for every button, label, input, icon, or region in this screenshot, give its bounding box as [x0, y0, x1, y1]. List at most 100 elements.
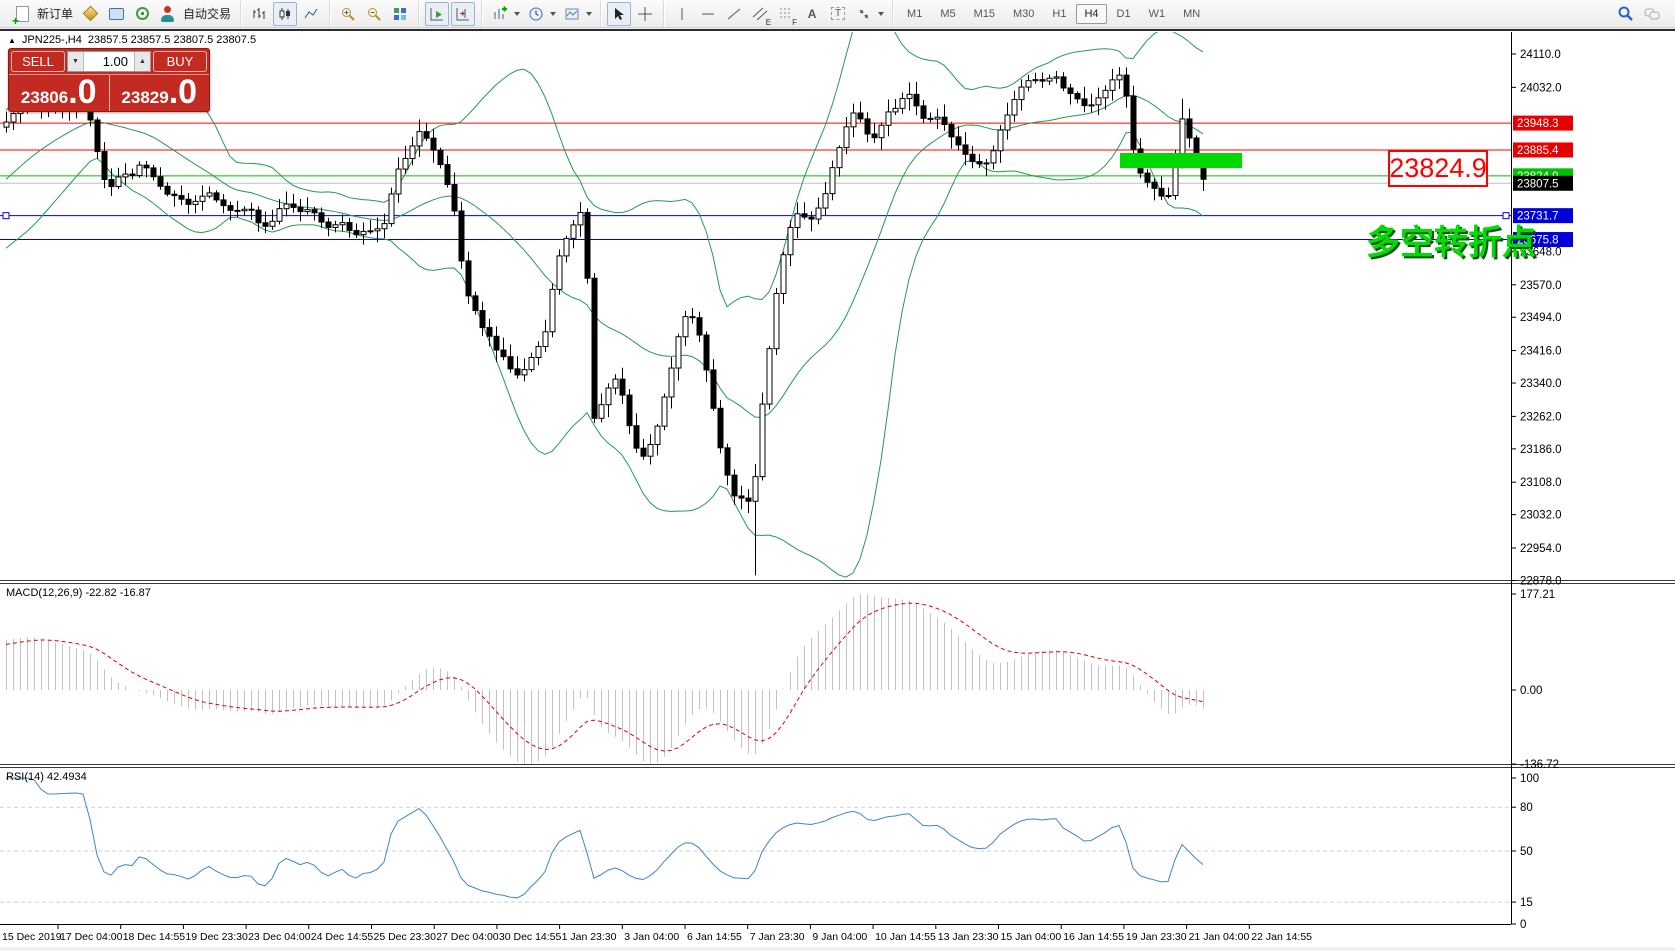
time-tick-label: 6 Jan 14:55 — [687, 931, 742, 943]
candle-body — [375, 229, 380, 231]
price-callout-box[interactable]: 23824.9 — [1388, 150, 1488, 187]
template-caret-icon[interactable] — [586, 12, 592, 16]
candle-body — [95, 120, 100, 152]
new-order-icon[interactable]: + — [10, 2, 34, 26]
rsi-pane[interactable] — [0, 778, 1511, 902]
arrows-icon[interactable] — [852, 2, 876, 26]
price-tick-label: 24032.0 — [1520, 82, 1562, 94]
auto-scroll-icon[interactable] — [425, 2, 449, 26]
cursor-icon[interactable] — [607, 2, 631, 26]
trendline-icon[interactable] — [722, 2, 746, 26]
buy-button[interactable]: BUY — [153, 51, 207, 72]
candle-body — [214, 193, 219, 200]
candle-body — [522, 370, 527, 375]
candle-body — [725, 448, 730, 475]
candle-body — [683, 317, 688, 337]
terminal-icon[interactable] — [104, 2, 128, 26]
timeframe-m5-button[interactable]: M5 — [932, 4, 963, 24]
equidistant-channel-icon[interactable]: E — [748, 2, 772, 26]
candle-body — [991, 151, 996, 163]
auto-trading-label[interactable]: 自动交易 — [183, 5, 231, 22]
zoom-in-icon[interactable] — [336, 2, 360, 26]
candlestick-chart-icon[interactable] — [273, 2, 297, 26]
candle-body — [795, 214, 800, 228]
candle-body — [1082, 99, 1087, 106]
candle-body — [711, 370, 716, 408]
timeframe-m1-button[interactable]: M1 — [899, 4, 930, 24]
macd-label: MACD(12,26,9) -22.82 -16.87 — [6, 587, 151, 599]
price-tick-label: 22878.0 — [1520, 575, 1562, 587]
tile-windows-icon[interactable] — [388, 2, 412, 26]
candle-body — [1103, 90, 1108, 97]
text-label-icon[interactable]: T — [826, 2, 850, 26]
time-tick-label: 1 Jan 23:30 — [562, 931, 617, 943]
green-highlight-box[interactable] — [1120, 153, 1242, 168]
toolbar-group-cursor — [600, 1, 663, 27]
rsi-label: RSI(14) 42.4934 — [6, 771, 87, 783]
timeframe-h1-button[interactable]: H1 — [1044, 4, 1074, 24]
template-icon[interactable] — [560, 2, 584, 26]
candle-body — [165, 186, 170, 194]
volume-up-button[interactable]: ▲ — [134, 52, 150, 71]
crosshair-icon[interactable] — [633, 2, 657, 26]
main-pane[interactable] — [0, 31, 1511, 577]
candle-body — [417, 132, 422, 146]
sell-button[interactable]: SELL — [11, 51, 65, 72]
metaeditor-icon[interactable] — [78, 2, 102, 26]
candle-body — [662, 397, 667, 426]
price-level-badge-label: 23807.5 — [1517, 178, 1559, 190]
period-clock-icon[interactable] — [524, 2, 548, 26]
candle-body — [228, 206, 233, 211]
time-tick-label: 16 Jan 14:55 — [1063, 931, 1124, 943]
search-icon[interactable] — [1614, 2, 1638, 26]
volume-down-button[interactable]: ▼ — [68, 52, 84, 71]
bar-chart-icon[interactable] — [247, 2, 271, 26]
candle-body — [487, 328, 492, 337]
timeframe-mn-button[interactable]: MN — [1175, 4, 1208, 24]
volume-value[interactable]: 1.00 — [84, 54, 134, 69]
timeframe-h4-button[interactable]: H4 — [1076, 4, 1106, 24]
macd-pane[interactable] — [6, 594, 1204, 764]
time-tick-label: 22 Jan 14:55 — [1251, 931, 1312, 943]
rsi-tick-label: 0 — [1520, 919, 1526, 931]
chart-shift-icon[interactable] — [451, 2, 475, 26]
time-tick-label: 7 Jan 23:30 — [750, 931, 805, 943]
sell-price[interactable]: 23806 .0 — [9, 75, 110, 111]
time-tick-label: 10 Jan 14:55 — [875, 931, 936, 943]
candle-body — [459, 211, 464, 261]
auto-trading-icon[interactable] — [156, 2, 180, 26]
line-chart-icon[interactable] — [299, 2, 323, 26]
vertical-line-icon[interactable] — [670, 2, 694, 26]
text-icon[interactable]: A — [800, 2, 824, 26]
zoom-out-icon[interactable] — [362, 2, 386, 26]
toolbar: + 新订单 自动交易 — [0, 0, 1675, 28]
timeframe-m30-button[interactable]: M30 — [1005, 4, 1042, 24]
chat-icon[interactable] — [1640, 2, 1664, 26]
timeframe-m15-button[interactable]: M15 — [966, 4, 1003, 24]
candle-body — [746, 498, 751, 501]
new-order-label[interactable]: 新订单 — [37, 5, 73, 22]
collapse-arrow-icon[interactable]: ▲ — [8, 36, 16, 45]
new-chart-caret-icon[interactable] — [514, 12, 520, 16]
line-handle[interactable] — [3, 213, 9, 219]
price-level-badge-label: 23885.4 — [1517, 145, 1559, 157]
period-caret-icon[interactable] — [550, 12, 556, 16]
candle-body — [830, 168, 835, 194]
candle-body — [249, 209, 254, 210]
time-tick-label: 9 Jan 04:00 — [812, 931, 867, 943]
buy-price[interactable]: 23829 .0 — [110, 75, 210, 111]
timeframe-d1-button[interactable]: D1 — [1109, 4, 1139, 24]
new-chart-icon[interactable] — [488, 2, 512, 26]
timeframe-w1-button[interactable]: W1 — [1141, 4, 1174, 24]
candle-body — [312, 210, 317, 213]
candle-body — [529, 357, 534, 369]
fibonacci-icon[interactable]: F — [774, 2, 798, 26]
signal-icon[interactable] — [130, 2, 154, 26]
candle-body — [361, 231, 366, 234]
arrows-caret-icon[interactable] — [878, 12, 884, 16]
candle-body — [837, 148, 842, 168]
horizontal-line-icon[interactable] — [696, 2, 720, 26]
time-tick-label: 17 Dec 04:00 — [60, 931, 123, 943]
turning-point-annotation[interactable]: 多空转折点 — [1366, 215, 1536, 264]
candle-body — [648, 445, 653, 457]
